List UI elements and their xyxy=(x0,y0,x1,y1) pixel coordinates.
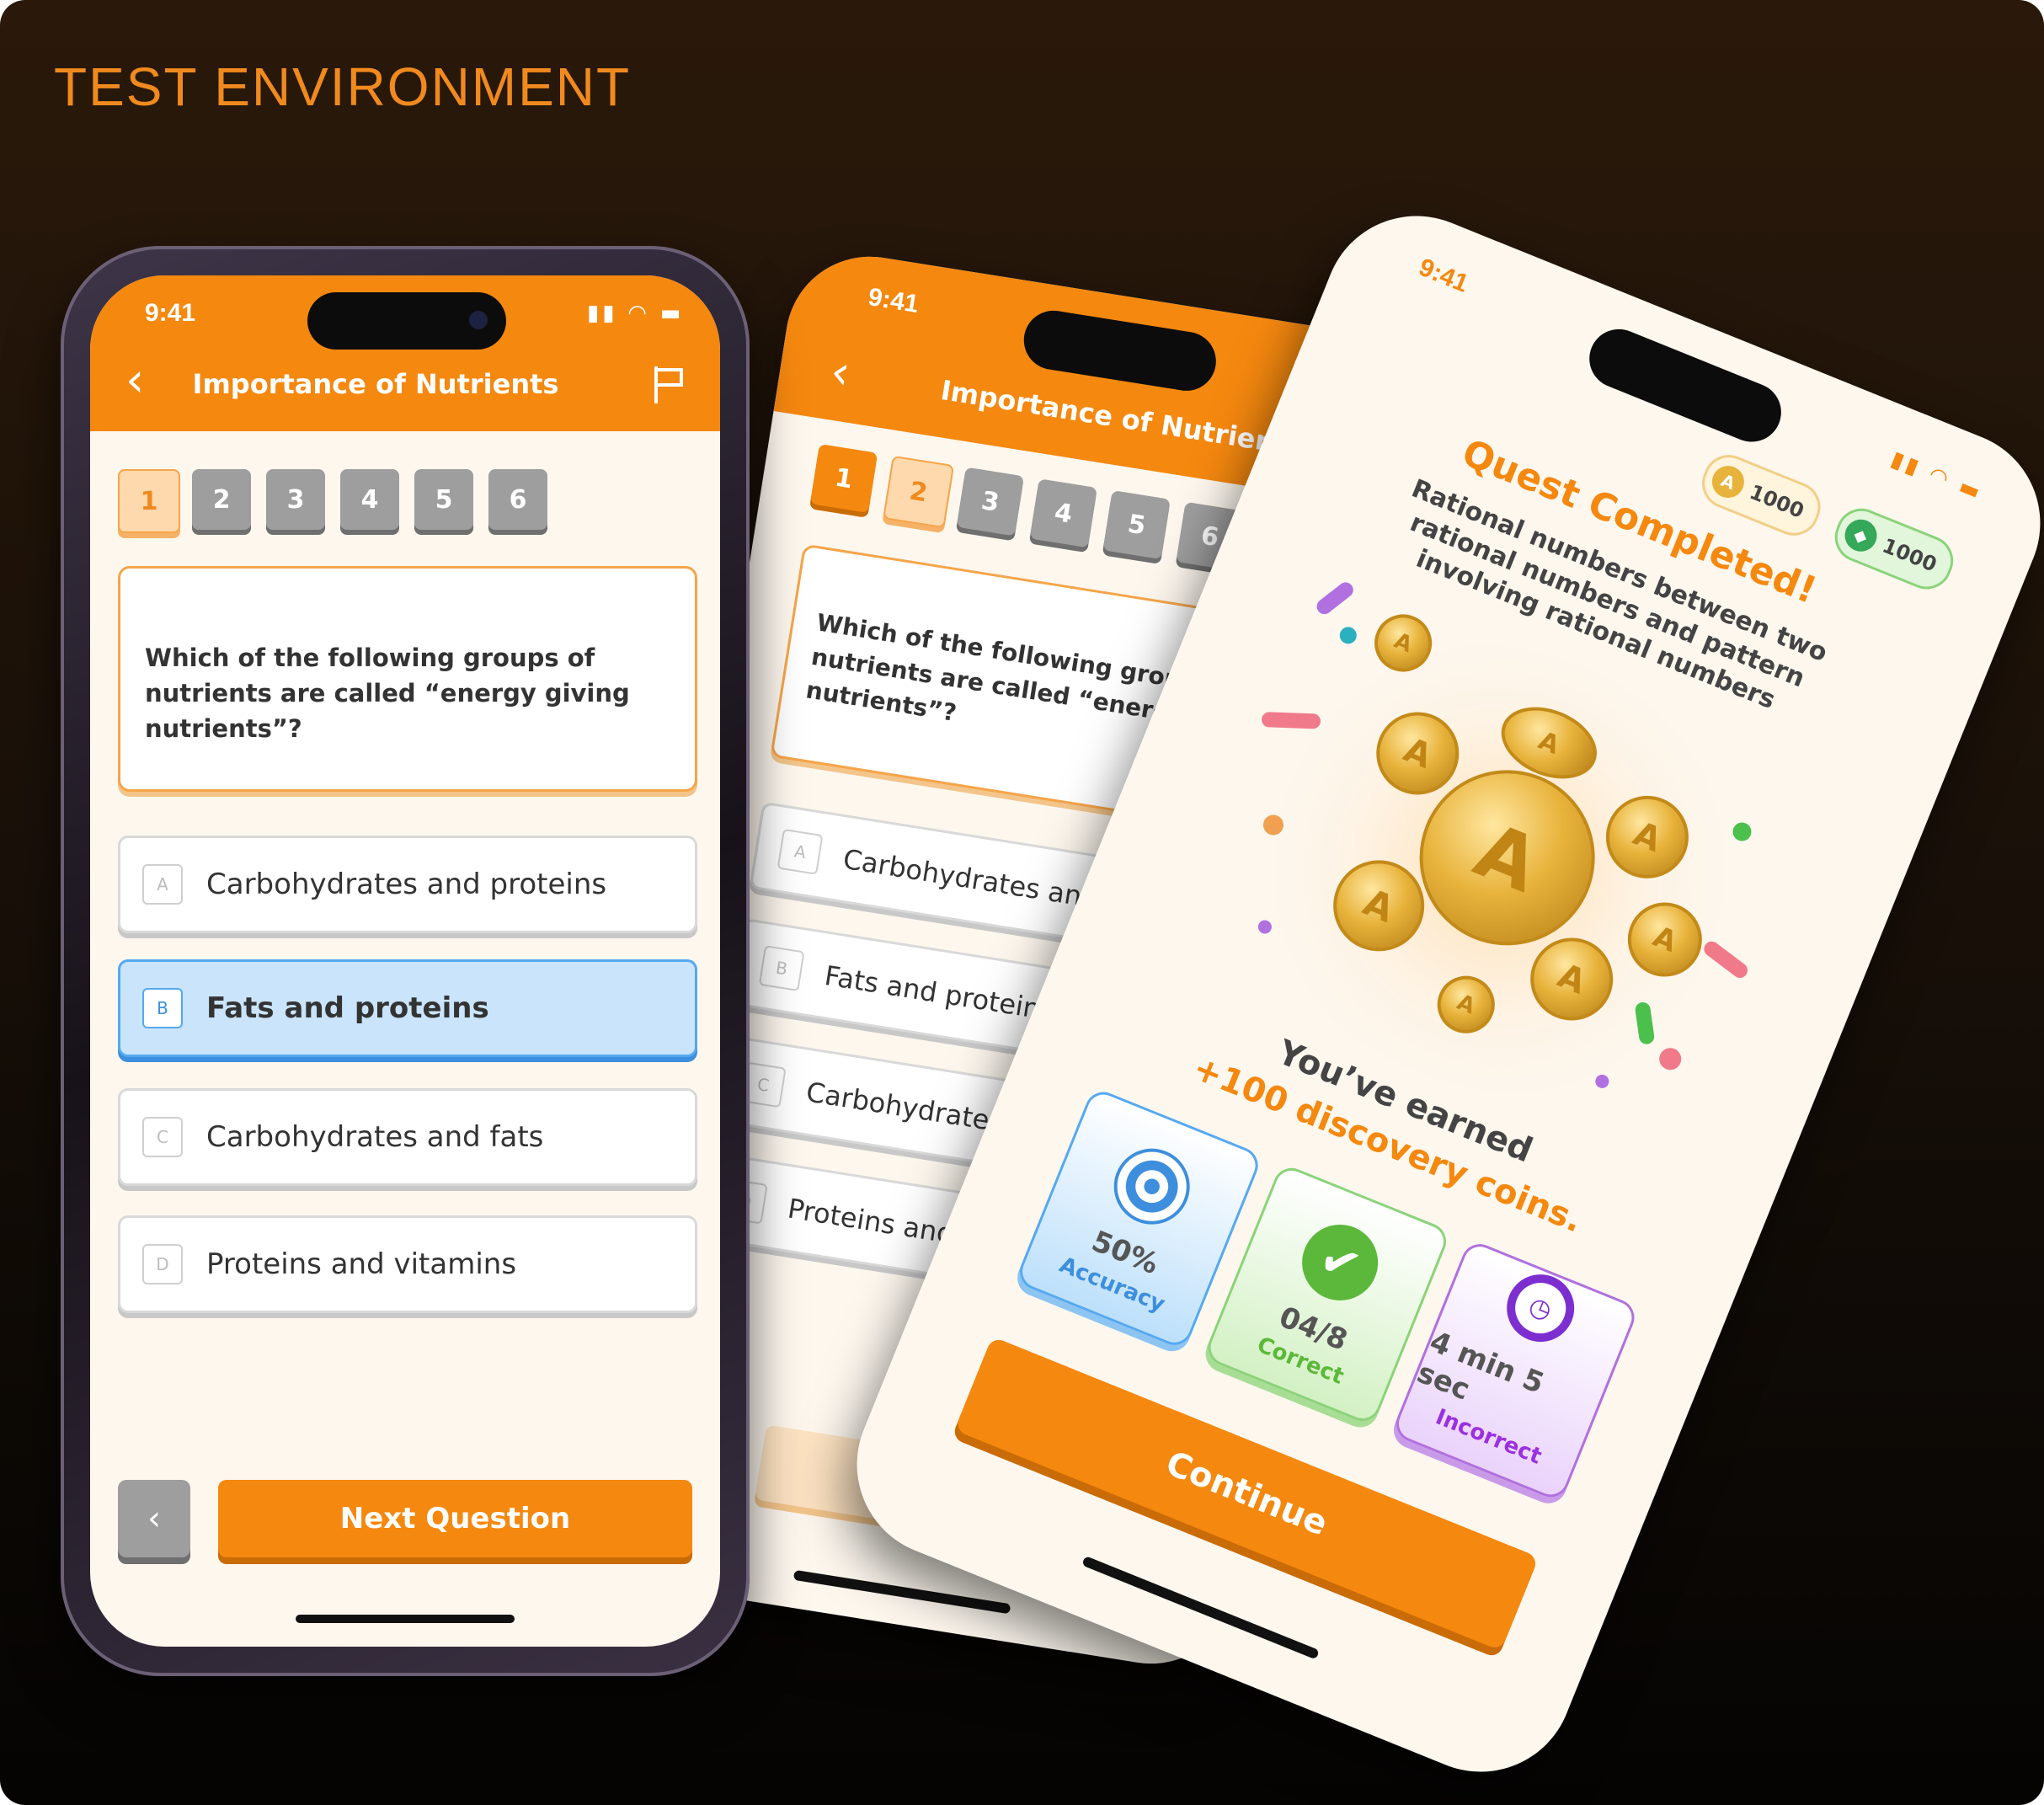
question-tab-2[interactable]: 2 xyxy=(192,469,251,530)
environment-label: TEST ENVIRONMENT xyxy=(54,56,632,117)
question-tab-3[interactable]: 3 xyxy=(956,467,1025,537)
option-letter: D xyxy=(142,1244,183,1284)
flag-icon[interactable] xyxy=(654,366,686,403)
back-button[interactable]: ‹ xyxy=(827,344,854,401)
confetti-ribbon xyxy=(1313,579,1357,617)
option-a[interactable]: A Carbohydrates and proteins xyxy=(118,836,697,933)
dynamic-island xyxy=(1580,320,1791,451)
previous-button[interactable]: ‹ xyxy=(118,1480,190,1557)
status-time: 9:41 xyxy=(866,283,921,319)
option-c[interactable]: C Carbohydrates and fats xyxy=(118,1088,697,1186)
option-text: Fats and proteins xyxy=(822,959,1057,1028)
confetti-ribbon xyxy=(1261,712,1321,729)
option-letter: A xyxy=(777,828,824,875)
gem-balance: 1000 xyxy=(1879,533,1940,577)
option-letter: B xyxy=(758,945,805,992)
status-icons: ▮▮ ◠ ▬ xyxy=(587,301,685,326)
question-tab-5[interactable]: 5 xyxy=(1102,490,1171,560)
camera-dot xyxy=(469,311,488,329)
dynamic-island xyxy=(307,292,506,350)
option-text: Carbohydrates and fats xyxy=(206,1120,544,1154)
question-tab-1[interactable]: 1 xyxy=(809,443,878,514)
status-icons: ▮▮ ◠ ▬ xyxy=(1887,446,1988,507)
home-indicator xyxy=(793,1569,1011,1615)
target-icon xyxy=(1102,1137,1202,1236)
phone-quiz-front: 9:41 ▮▮ ◠ ▬ ‹ Importance of Nutrients 1 … xyxy=(61,246,750,1676)
question-tab-4[interactable]: 4 xyxy=(1029,478,1097,548)
status-time: 9:41 xyxy=(1415,253,1473,298)
showcase-background: TEST ENVIRONMENT 9:41 ▮▮ ◠ ▬ A 1000 ◆ 10… xyxy=(0,0,2044,1805)
quiz-header: 9:41 ▮▮ ◠ ▬ ‹ Importance of Nutrients xyxy=(90,275,720,431)
option-text: Carbohydrates and proteins xyxy=(206,868,607,901)
back-button[interactable]: ‹ xyxy=(125,353,144,408)
option-d[interactable]: D Proteins and vitamins xyxy=(118,1215,697,1313)
question-tab-4[interactable]: 4 xyxy=(340,469,399,530)
next-question-button[interactable]: Next Question xyxy=(218,1480,692,1557)
coin-balance: 1000 xyxy=(1746,479,1807,523)
question-tab-6[interactable]: 6 xyxy=(488,469,547,530)
coin-icon: A xyxy=(1707,461,1749,503)
question-text: Which of the following groups of nutrien… xyxy=(145,643,630,744)
option-letter: B xyxy=(142,988,183,1028)
question-tab-1[interactable]: 1 xyxy=(118,469,180,533)
check-circle-icon: ✔ xyxy=(1290,1213,1390,1312)
status-time: 9:41 xyxy=(145,299,196,327)
dynamic-island xyxy=(1019,306,1220,395)
confetti xyxy=(1337,624,1359,647)
home-indicator xyxy=(296,1615,515,1623)
gem-icon: ◆ xyxy=(1839,515,1882,557)
option-text: Fats and proteins xyxy=(206,991,489,1025)
question-tab-3[interactable]: 3 xyxy=(266,469,325,530)
option-text: Proteins and vitamins xyxy=(206,1247,517,1281)
quiz-screen: 9:41 ▮▮ ◠ ▬ ‹ Importance of Nutrients 1 … xyxy=(90,275,720,1647)
question-tab-5[interactable]: 5 xyxy=(414,469,473,530)
option-letter: C xyxy=(142,1117,183,1157)
option-letter: A xyxy=(142,864,183,905)
question-tab-2[interactable]: 2 xyxy=(883,455,955,529)
stopwatch-icon: ◷ xyxy=(1497,1263,1585,1353)
option-b-selected[interactable]: B Fats and proteins xyxy=(118,959,697,1057)
quiz-title: Importance of Nutrients xyxy=(192,368,559,400)
